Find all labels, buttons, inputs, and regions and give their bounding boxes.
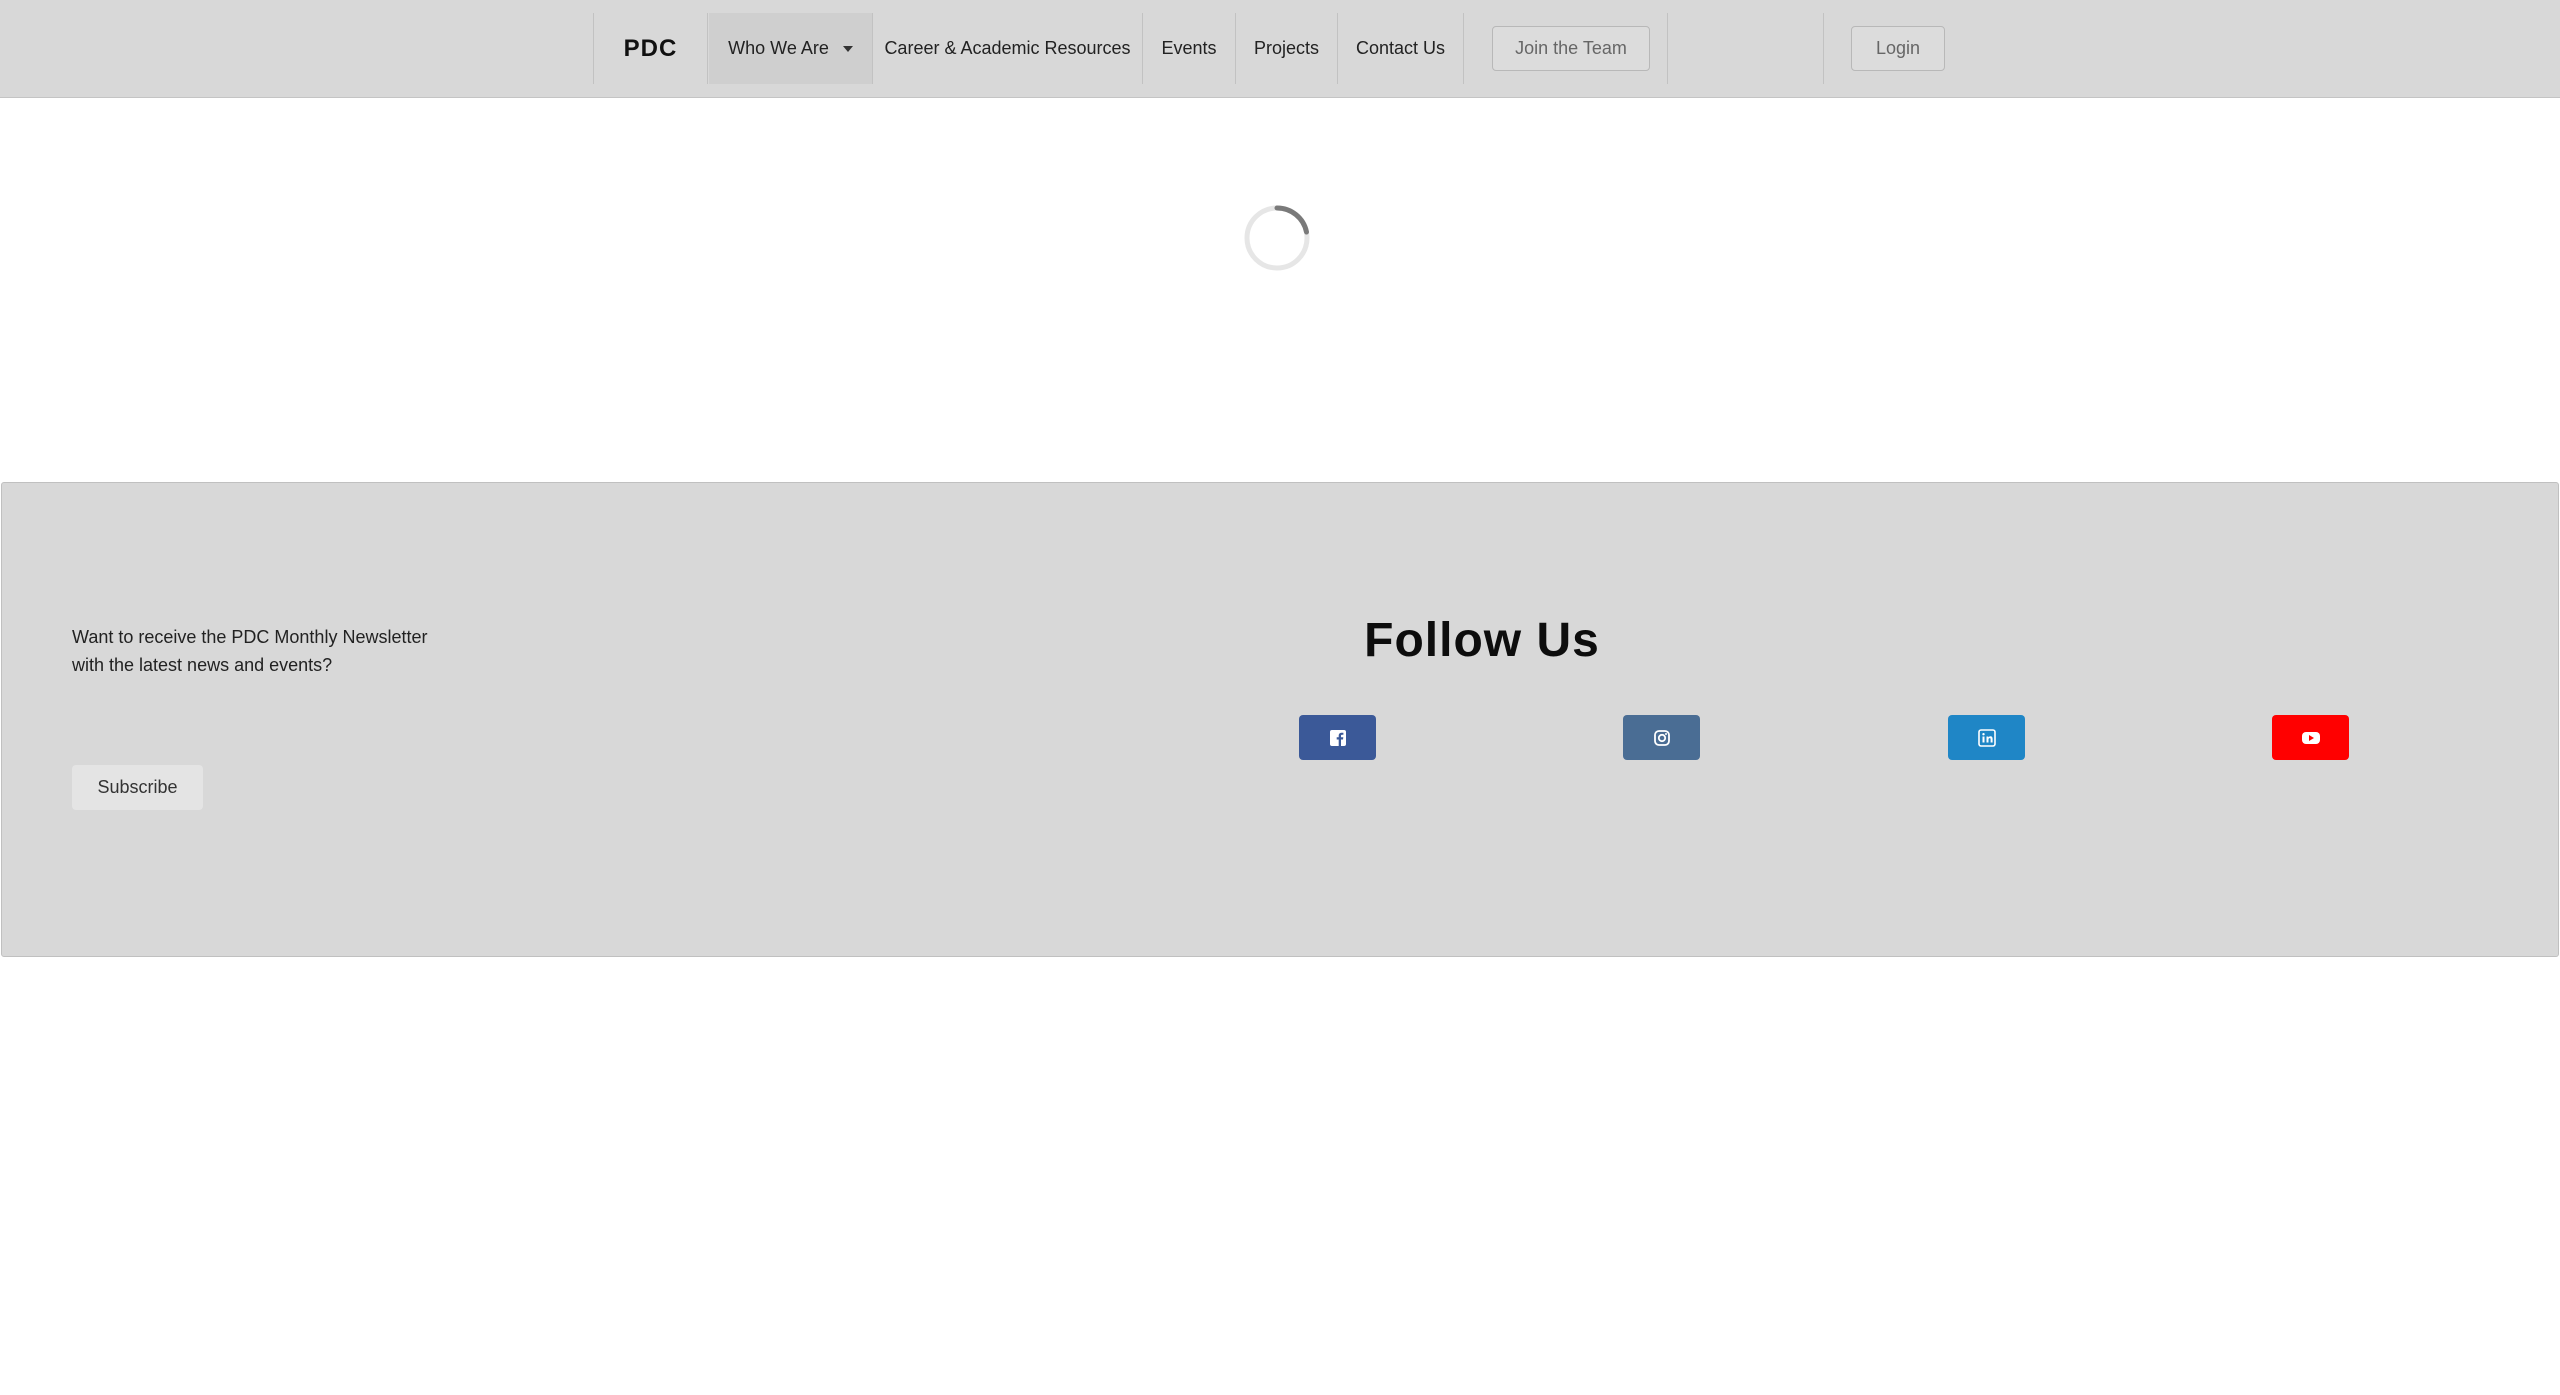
loading-spinner-icon: [1244, 205, 1310, 271]
login-button[interactable]: Login: [1851, 26, 1945, 71]
top-navbar: PDC Who We Are Career & Academic Resourc…: [0, 0, 2560, 98]
linkedin-icon: [1977, 728, 1996, 747]
nav-contact-label: Contact Us: [1355, 38, 1446, 58]
nav-events-label: Events: [1161, 38, 1217, 58]
facebook-button[interactable]: [1299, 715, 1376, 760]
nav-projects[interactable]: Projects: [1236, 13, 1338, 84]
caret-down-icon: [842, 46, 853, 52]
nav-contact-us[interactable]: Contact Us: [1338, 13, 1464, 84]
footer: Want to receive the PDC Monthly Newslett…: [1, 482, 2559, 957]
follow-us-heading: Follow Us: [1364, 614, 1600, 667]
facebook-icon: [1329, 729, 1346, 746]
subscribe-button[interactable]: Subscribe: [72, 765, 203, 810]
join-the-team-button[interactable]: Join the Team: [1492, 26, 1650, 71]
newsletter-line-2: with the latest news and events?: [72, 655, 333, 675]
nav-divider: [1823, 13, 1824, 84]
nav-who-we-are-label: Who We Are: [728, 38, 829, 58]
nav-projects-label: Projects: [1253, 38, 1320, 58]
newsletter-line-1: Want to receive the PDC Monthly Newslett…: [72, 627, 428, 647]
brand-logo[interactable]: PDC: [594, 13, 708, 84]
nav-divider: [1667, 13, 1668, 84]
youtube-button[interactable]: [2272, 715, 2349, 760]
newsletter-text: Want to receive the PDC Monthly Newslett…: [72, 623, 452, 679]
instagram-button[interactable]: [1623, 715, 1700, 760]
instagram-icon: [1653, 729, 1670, 746]
youtube-icon: [2301, 731, 2320, 744]
nav-who-we-are[interactable]: Who We Are: [709, 13, 873, 84]
nav-events[interactable]: Events: [1143, 13, 1236, 84]
nav-career-academic-resources[interactable]: Career & Academic Resources: [873, 13, 1143, 84]
linkedin-button[interactable]: [1948, 715, 2025, 760]
nav-career-label: Career & Academic Resources: [884, 38, 1131, 58]
